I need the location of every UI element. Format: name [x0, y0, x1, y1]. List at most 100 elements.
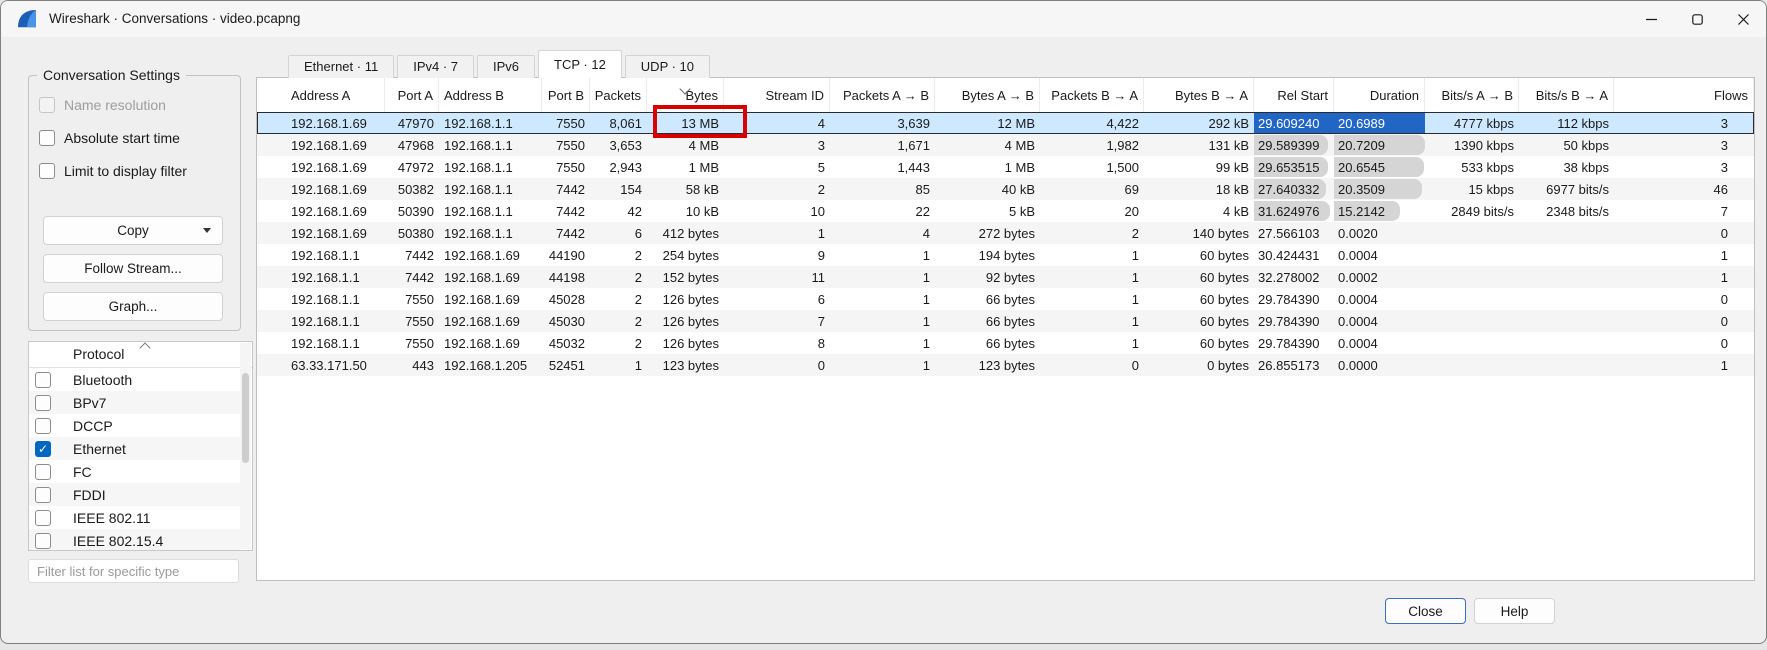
cell-address_b: 192.168.1.1: [439, 134, 542, 156]
table-row[interactable]: 192.168.1.17550192.168.1.69450282126 byt…: [257, 288, 1754, 310]
scrollbar-handle[interactable]: [242, 373, 249, 463]
column-header-bytes_ab[interactable]: Bytes A → B: [935, 78, 1040, 112]
cell-duration: 0.0004: [1334, 332, 1425, 354]
cell-bytes_ba: 140 bytes: [1144, 222, 1254, 244]
table-row[interactable]: 192.168.1.17442192.168.1.69441902254 byt…: [257, 244, 1754, 266]
cell-address_b: 192.168.1.205: [439, 354, 542, 376]
checkbox-icon[interactable]: [35, 395, 51, 411]
column-header-bits_ba[interactable]: Bits/s B → A: [1519, 78, 1614, 112]
checkbox-icon[interactable]: [35, 510, 51, 526]
checkbox-icon[interactable]: [35, 487, 51, 503]
cell-flows: 1: [1614, 266, 1754, 288]
maximize-icon[interactable]: [1674, 1, 1720, 37]
column-header-rel_start[interactable]: Rel Start: [1254, 78, 1334, 112]
checkbox-icon[interactable]: [35, 372, 51, 388]
table-row[interactable]: 192.168.1.6947972192.168.1.175502,9431 M…: [257, 156, 1754, 178]
column-header-label: Bytes: [685, 88, 718, 103]
cell-bytes_ab: 40 kB: [935, 178, 1040, 200]
cell-address_a: 192.168.1.1: [257, 310, 385, 332]
tab-tcp-12[interactable]: TCP · 12: [538, 50, 622, 78]
protocol-item-dccp[interactable]: DCCP: [29, 414, 240, 437]
tab-ipv6[interactable]: IPv6: [477, 55, 535, 78]
cell-address_a: 192.168.1.1: [257, 288, 385, 310]
column-header-bytes_ba[interactable]: Bytes B → A: [1144, 78, 1254, 112]
column-header-port_a[interactable]: Port A: [385, 78, 439, 112]
table-row[interactable]: 192.168.1.6950390192.168.1.174424210 kB1…: [257, 200, 1754, 222]
cell-duration: 0.0004: [1334, 288, 1425, 310]
checkbox-absolute-start-time[interactable]: Absolute start time: [39, 129, 187, 146]
column-header-packets[interactable]: Packets: [590, 78, 647, 112]
cell-port_a: 7442: [385, 266, 439, 288]
cell-duration: 0.0002: [1334, 266, 1425, 288]
column-header-port_b[interactable]: Port B: [542, 78, 590, 112]
cell-bytes: 152 bytes: [647, 266, 724, 288]
cell-port_b: 52451: [542, 354, 590, 376]
cell-address_a: 192.168.1.1: [257, 244, 385, 266]
cell-bytes_ba: 131 kB: [1144, 134, 1254, 156]
protocol-item-fc[interactable]: FC: [29, 460, 240, 483]
cell-duration: 20.3509: [1334, 178, 1425, 200]
cell-bytes_ab: 92 bytes: [935, 266, 1040, 288]
cell-bits_ba: 6977 bits/s: [1519, 178, 1614, 200]
table-row[interactable]: 192.168.1.6947968192.168.1.175503,6534 M…: [257, 134, 1754, 156]
table-row[interactable]: 192.168.1.6947970192.168.1.175508,06113 …: [257, 112, 1754, 134]
conversation-settings-title: Conversation Settings: [37, 67, 186, 83]
close-icon[interactable]: [1720, 1, 1766, 37]
cell-packets_ba: 1: [1040, 244, 1144, 266]
protocol-item-bpv7[interactable]: BPv7: [29, 391, 240, 414]
column-header-flows[interactable]: Flows: [1614, 78, 1754, 112]
close-button[interactable]: Close: [1385, 598, 1466, 624]
column-header-bits_ab[interactable]: Bits/s A → B: [1425, 78, 1519, 112]
cell-bytes_ab: 5 kB: [935, 200, 1040, 222]
checkbox-limit-to-display-filter[interactable]: Limit to display filter: [39, 162, 187, 179]
table-row[interactable]: 192.168.1.17550192.168.1.69450302126 byt…: [257, 310, 1754, 332]
protocol-list-header[interactable]: Protocol: [29, 342, 252, 368]
table-row[interactable]: 192.168.1.17550192.168.1.69450322126 byt…: [257, 332, 1754, 354]
column-header-packets_ba[interactable]: Packets B → A: [1040, 78, 1144, 112]
cell-packets_ab: 1,671: [830, 134, 935, 156]
cell-bits_ba: [1519, 354, 1614, 376]
table-row[interactable]: 63.33.171.50443192.168.1.205524511123 by…: [257, 354, 1754, 376]
follow-stream-button[interactable]: Follow Stream...: [43, 254, 223, 283]
cell-packets_ab: 1,443: [830, 156, 935, 178]
minimize-icon[interactable]: [1628, 1, 1674, 37]
cell-bits_ba: [1519, 288, 1614, 310]
cell-packets: 6: [590, 222, 647, 244]
protocol-item-ethernet[interactable]: ✓Ethernet: [29, 437, 240, 460]
cell-packets_ab: 85: [830, 178, 935, 200]
table-row[interactable]: 192.168.1.6950380192.168.1.174426412 byt…: [257, 222, 1754, 244]
cell-duration: 20.6989: [1334, 112, 1425, 134]
tab-ipv4-7[interactable]: IPv4 · 7: [397, 55, 474, 78]
cell-packets: 8,061: [590, 112, 647, 134]
protocol-item-ieee-802-15-4[interactable]: IEEE 802.15.4: [29, 529, 240, 550]
cell-rel_start: 29.589399: [1254, 134, 1334, 156]
checkbox-icon[interactable]: ✓: [35, 441, 51, 457]
checkbox-icon[interactable]: [35, 418, 51, 434]
checkbox-icon[interactable]: [39, 163, 55, 179]
protocol-item-fddi[interactable]: FDDI: [29, 483, 240, 506]
protocol-item-ieee-802-11[interactable]: IEEE 802.11: [29, 506, 240, 529]
table-row[interactable]: 192.168.1.6950382192.168.1.1744215458 kB…: [257, 178, 1754, 200]
copy-button[interactable]: Copy: [43, 216, 223, 245]
tab-ethernet-11[interactable]: Ethernet · 11: [288, 55, 394, 78]
column-header-address_b[interactable]: Address B: [439, 78, 542, 112]
protocol-list-scrollbar[interactable]: [240, 343, 251, 549]
copy-button-label: Copy: [117, 223, 149, 238]
tab-udp-10[interactable]: UDP · 10: [625, 55, 710, 78]
column-header-address_a[interactable]: Address A: [257, 78, 385, 112]
checkbox-icon[interactable]: [35, 464, 51, 480]
cell-address_b: 192.168.1.69: [439, 310, 542, 332]
protocol-filter-input[interactable]: [28, 559, 239, 583]
protocol-item-label: IEEE 802.11: [73, 510, 151, 526]
cell-packets_ab: 1: [830, 288, 935, 310]
graph-button[interactable]: Graph...: [43, 292, 223, 321]
checkbox-icon[interactable]: [39, 130, 55, 146]
help-button[interactable]: Help: [1474, 598, 1555, 624]
cell-bytes_ba: 99 kB: [1144, 156, 1254, 178]
table-row[interactable]: 192.168.1.17442192.168.1.69441982152 byt…: [257, 266, 1754, 288]
protocol-item-bluetooth[interactable]: Bluetooth: [29, 368, 240, 391]
checkbox-label: Name resolution: [64, 97, 166, 113]
column-header-duration[interactable]: Duration: [1334, 78, 1425, 112]
checkbox-icon[interactable]: [35, 533, 51, 549]
column-header-packets_ab[interactable]: Packets A → B: [830, 78, 935, 112]
